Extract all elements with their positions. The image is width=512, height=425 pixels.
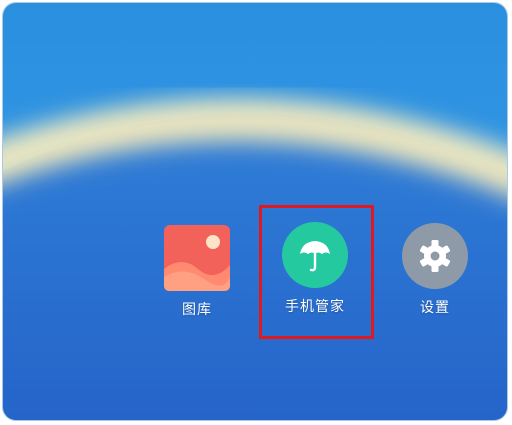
gear-icon xyxy=(402,223,468,289)
app-label-gallery: 图库 xyxy=(182,302,212,318)
highlight-box xyxy=(259,205,374,339)
home-screen xyxy=(2,2,508,421)
app-gallery[interactable]: 图库 xyxy=(152,225,242,319)
gallery-icon xyxy=(164,225,230,291)
app-label-settings: 设置 xyxy=(420,300,450,316)
app-settings[interactable]: 设置 xyxy=(390,223,480,317)
wallpaper xyxy=(3,3,507,420)
